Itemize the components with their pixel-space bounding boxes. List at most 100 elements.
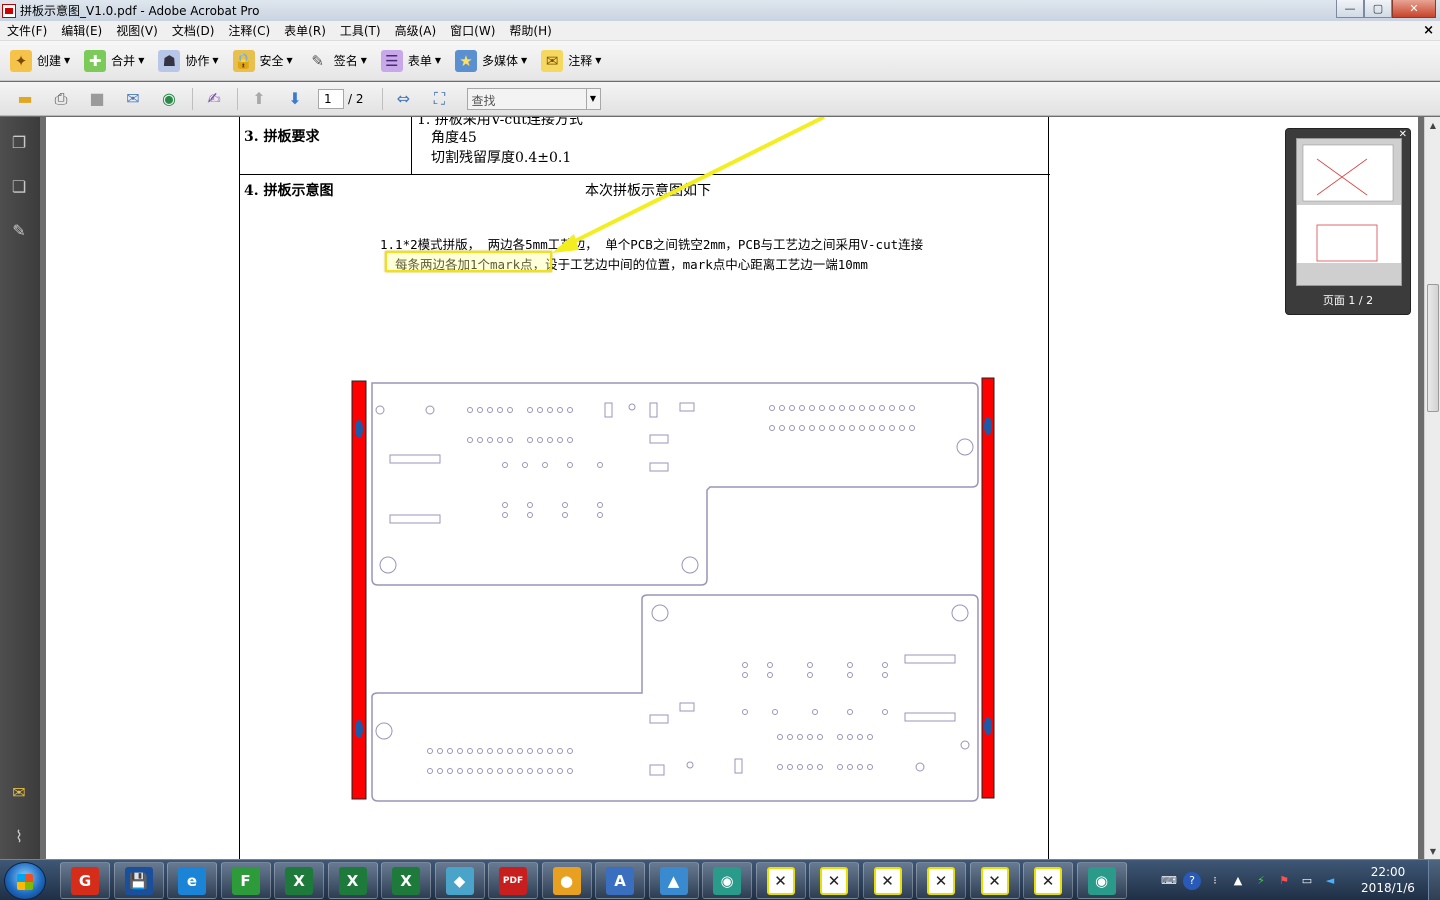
network-icon[interactable]: ▭ <box>1298 872 1316 890</box>
page-thumbnail-popup[interactable]: ✕ 页面 1 / 2 <box>1285 128 1411 315</box>
taskbar-eye-app[interactable]: ◉ <box>702 862 752 899</box>
mounting-hole <box>681 556 699 574</box>
menu-comments[interactable]: 注释(C) <box>221 22 277 39</box>
flag-tray-icon[interactable]: ⚑ <box>1275 872 1293 890</box>
keyboard-icon[interactable]: ⌨ <box>1160 872 1178 890</box>
task-multimedia-button[interactable]: ★ 多媒体 ▼ <box>455 49 528 72</box>
chevron-down-icon: ▼ <box>589 94 597 103</box>
menu-tools[interactable]: 工具(T) <box>333 22 388 39</box>
app-tray-icon[interactable]: ⚡ <box>1252 872 1270 890</box>
taskbar-task-app-3[interactable]: ✕ <box>862 862 913 899</box>
page-thumbnail[interactable] <box>1296 138 1402 286</box>
taskbar-excel-app-3[interactable]: X <box>381 862 431 899</box>
email-button[interactable]: ✉ <box>120 87 146 111</box>
task-multimedia-label: 多媒体 <box>482 54 519 68</box>
upper-board-pads <box>375 402 915 524</box>
save-button[interactable]: ■ <box>84 87 110 111</box>
task-comment-label: 注释 <box>568 54 593 68</box>
vertical-scrollbar[interactable]: ▲ ▼ <box>1424 117 1440 859</box>
taskbar-shell-app[interactable]: ● <box>541 862 592 899</box>
menu-window[interactable]: 窗口(W) <box>443 22 502 39</box>
task-forms-button[interactable]: ☰ 表单 ▼ <box>380 49 441 72</box>
clock-date: 2018/1/6 <box>1361 881 1415 895</box>
input-method-icon[interactable]: ⁝ <box>1206 872 1224 890</box>
taskbar-eye-app-2[interactable]: ◉ <box>1076 862 1127 899</box>
taskbar-foxit-app[interactable]: G <box>60 862 110 899</box>
comments-panel-button[interactable]: ✉ <box>8 781 30 803</box>
print-button[interactable]: ⎙ <box>48 87 74 111</box>
mounting-hole <box>956 438 974 456</box>
menu-file[interactable]: 文件(F) <box>0 22 54 39</box>
task-combine-button[interactable]: ✚ 合并 ▼ <box>84 49 144 72</box>
task-sign-button[interactable]: ✎ 签名 ▼ <box>307 50 366 72</box>
menu-advanced[interactable]: 高级(A) <box>388 22 444 39</box>
fit-width-button[interactable]: ⇔ <box>391 87 417 111</box>
taskbar-doc-app[interactable]: A <box>595 862 645 899</box>
pdf-page: 3. 拼板要求 1. 拼板采用V-cut连接方式 角度45 切割残留厚度0.4±… <box>46 117 1418 859</box>
taskbar-task-app-4[interactable]: ✕ <box>916 862 966 899</box>
scroll-thumb[interactable] <box>1427 284 1439 412</box>
multimedia-icon: ★ <box>455 49 478 72</box>
document-close-button[interactable]: × <box>1423 23 1434 38</box>
search-dropdown-button[interactable]: ▼ <box>586 87 601 110</box>
row3-line2: 角度45 <box>431 130 477 146</box>
help-icon[interactable]: ? <box>1183 871 1201 890</box>
show-hidden-icon[interactable]: ▲ <box>1229 872 1247 890</box>
doc-app-icon: A <box>606 866 634 895</box>
taskbar: G 💾 e F X X X ◆ PDF ● A ▲ ◉ ✕ ✕ ✕ ✕ ✕ ✕ ◉ ⌨ ? ⁝ ▲ ⚡ ⚑ ▭ ◄ 2… <box>0 859 1440 900</box>
taskbar-ie-app[interactable]: e <box>167 862 217 899</box>
bookmarks-panel-button[interactable]: ❏ <box>8 175 30 197</box>
pages-panel-button[interactable]: ❐ <box>8 131 30 153</box>
taskbar-task-app-1[interactable]: ✕ <box>755 862 806 899</box>
taskbar-excel-app-2[interactable]: X <box>327 862 378 899</box>
task-collaborate-button[interactable]: ☗ 协作 ▼ <box>158 49 219 72</box>
taskbar-acrobat-app[interactable]: PDF <box>488 862 538 899</box>
scroll-up-button[interactable]: ▲ <box>1425 117 1440 133</box>
menu-document[interactable]: 文档(D) <box>165 22 222 39</box>
taskbar-save-app[interactable]: 💾 <box>113 862 164 899</box>
volume-icon[interactable]: ◄ <box>1321 872 1339 890</box>
globe-icon: ◉ <box>162 89 176 108</box>
taskbar-f-app[interactable]: F <box>220 862 271 899</box>
signatures-panel-button[interactable]: ✎ <box>8 219 30 241</box>
taskbar-clock[interactable]: 22:00 2018/1/6 <box>1358 864 1418 896</box>
row4-label: 4. 拼板示意图 <box>244 183 334 199</box>
highlight-annotation[interactable] <box>385 251 552 272</box>
task-app-6-icon: ✕ <box>1034 866 1062 895</box>
taskbar-blue-app[interactable]: ◆ <box>434 862 485 899</box>
task-secure-button[interactable]: 🔒 安全 ▼ <box>232 49 293 72</box>
menu-edit[interactable]: 编辑(E) <box>54 22 109 39</box>
next-page-button[interactable]: ⬇ <box>282 87 308 111</box>
close-button[interactable]: ✕ <box>1392 0 1436 18</box>
menu-view[interactable]: 视图(V) <box>109 22 165 39</box>
scroll-down-button[interactable]: ▼ <box>1425 843 1440 859</box>
task-create-button[interactable]: ✦ 创建 ▼ <box>10 49 70 72</box>
taskbar-task-app-2[interactable]: ✕ <box>809 862 859 899</box>
upload-button[interactable]: ◉ <box>156 87 182 111</box>
menu-help[interactable]: 帮助(H) <box>502 22 558 39</box>
document-viewport[interactable]: 3. 拼板要求 1. 拼板采用V-cut连接方式 角度45 切割残留厚度0.4±… <box>40 117 1424 859</box>
task-app-5-icon: ✕ <box>980 866 1009 895</box>
minimize-button[interactable]: — <box>1336 0 1364 18</box>
task-comment-button[interactable]: ✉ 注释 ▼ <box>541 49 601 72</box>
start-button[interactable] <box>4 862 46 900</box>
maximize-button[interactable]: ▢ <box>1364 0 1392 18</box>
show-desktop-button[interactable] <box>1428 860 1440 900</box>
open-folder-button[interactable]: ▬ <box>12 87 38 111</box>
taskbar-task-app-5[interactable]: ✕ <box>969 862 1020 899</box>
taskbar-excel-app-1[interactable]: X <box>274 862 324 899</box>
attachments-panel-button[interactable]: ⌇ <box>8 825 30 847</box>
taskbar-task-app-6[interactable]: ✕ <box>1023 862 1073 899</box>
previous-page-button[interactable]: ⬆ <box>246 87 272 111</box>
mark-point <box>355 420 363 438</box>
stamp-button[interactable]: ✍ <box>201 87 227 111</box>
chevron-down-icon: ▼ <box>521 56 528 65</box>
arrow-up-icon: ⬆ <box>252 89 266 108</box>
fit-page-button[interactable]: ⛶ <box>427 87 453 111</box>
menu-forms[interactable]: 表单(R) <box>277 22 333 39</box>
menu-bar: 文件(F) 编辑(E) 视图(V) 文档(D) 注释(C) 表单(R) 工具(T… <box>0 21 1440 41</box>
page-number-input[interactable]: 1 <box>318 88 344 109</box>
excel-app-2-icon: X <box>338 866 367 895</box>
taskbar-photo-app[interactable]: ▲ <box>648 862 699 899</box>
search-input[interactable]: 查找 <box>466 87 587 110</box>
